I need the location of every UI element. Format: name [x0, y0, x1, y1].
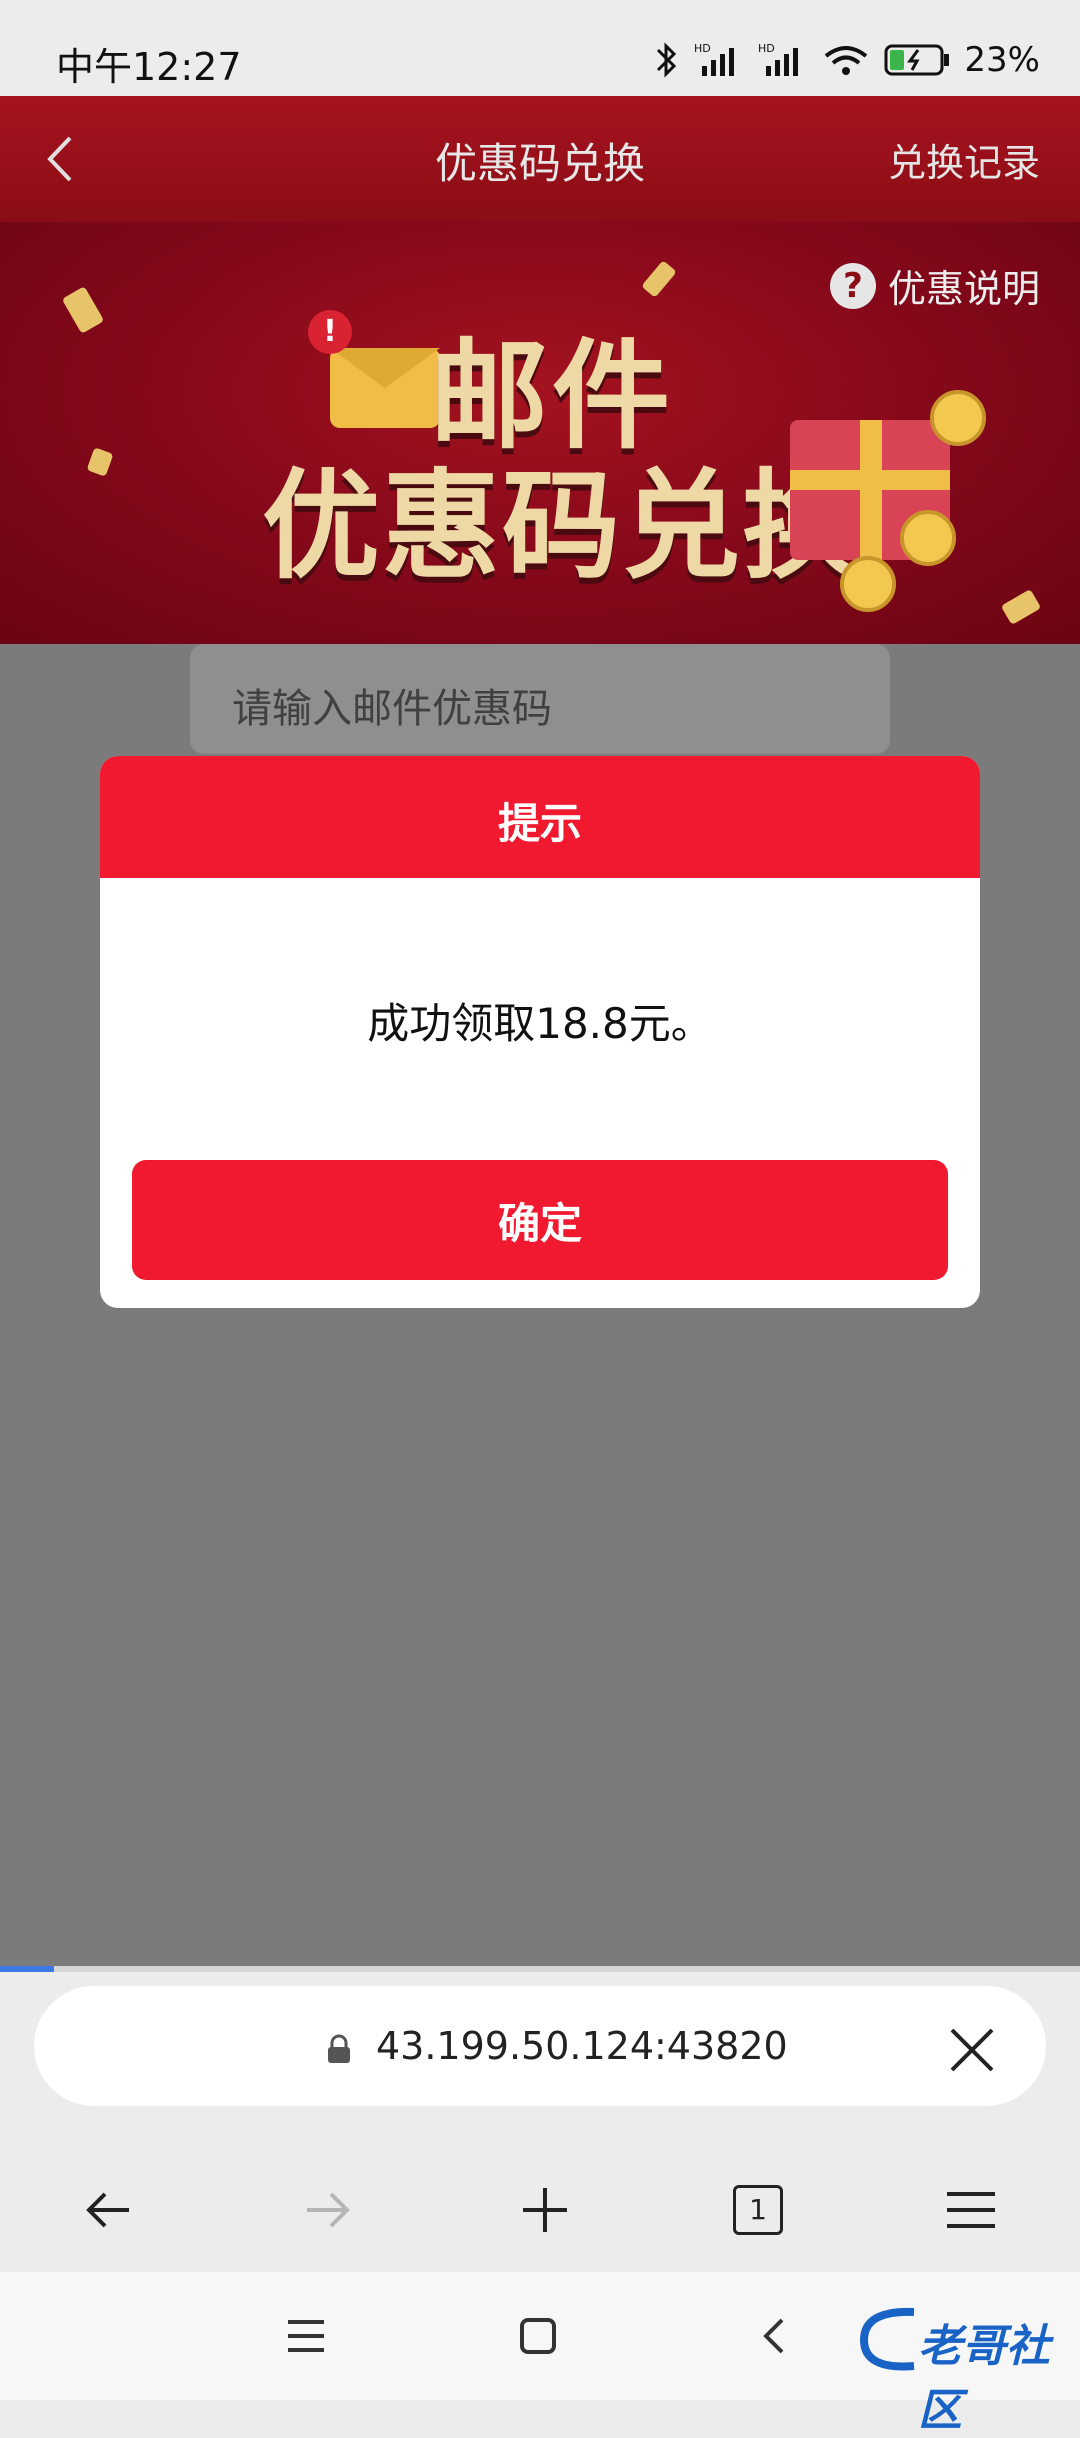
alert-dialog: 提示 成功领取18.8元。 确定	[100, 756, 980, 1308]
coupon-code-placeholder: 请输入邮件优惠码	[232, 686, 552, 732]
lock-icon	[328, 2034, 350, 2063]
forward-icon[interactable]	[297, 2180, 357, 2240]
url-text[interactable]: 43.199.50.124:43820	[376, 2024, 788, 2068]
battery-percent: 23%	[964, 40, 1040, 80]
new-tab-plus-icon[interactable]	[515, 2180, 575, 2240]
signal-icon: HD	[694, 42, 735, 76]
help-label: 优惠说明	[887, 267, 1040, 311]
confirm-button[interactable]: 确定	[132, 1160, 948, 1280]
page-load-progress-fill	[0, 1966, 54, 1972]
watermark-text: 老哥社区	[918, 2321, 1050, 2436]
promo-help-link[interactable]: ? 优惠说明	[829, 258, 1040, 313]
menu-icon[interactable]	[941, 2180, 1001, 2240]
home-icon[interactable]	[516, 2314, 560, 2358]
gift-ribbon	[860, 420, 882, 560]
svg-text:HD: HD	[758, 42, 775, 55]
envelope-flap	[330, 348, 440, 388]
status-icons: HD HD 23%	[654, 40, 1040, 80]
close-icon[interactable]	[944, 2022, 1000, 2078]
wifi-icon	[825, 46, 868, 75]
page-load-progress	[0, 1966, 1080, 1972]
banner-heading-line2: 优惠码兑换	[262, 457, 863, 595]
bluetooth-icon	[657, 42, 677, 78]
tabs-button[interactable]: 1	[733, 2185, 783, 2235]
recent-apps-icon[interactable]	[284, 2314, 328, 2358]
question-icon: ?	[829, 262, 876, 309]
coin-icon	[930, 390, 986, 446]
browser-nav-row: 1	[0, 2150, 1080, 2270]
alert-badge-icon: !	[308, 310, 352, 354]
gift-ribbon	[790, 470, 950, 490]
coin-icon	[840, 556, 896, 612]
dialog-title: 提示	[497, 799, 582, 848]
svg-text:HD: HD	[694, 42, 711, 55]
redeem-history-link[interactable]: 兑换记录	[888, 132, 1040, 187]
battery-icon	[884, 44, 950, 76]
dialog-message: 成功领取18.8元。	[367, 999, 713, 1048]
status-time: 中午12:27	[56, 45, 242, 89]
signal-icon-2: HD	[758, 42, 799, 76]
system-back-icon[interactable]	[752, 2314, 796, 2358]
back-icon[interactable]	[79, 2180, 139, 2240]
coin-icon	[900, 510, 956, 566]
